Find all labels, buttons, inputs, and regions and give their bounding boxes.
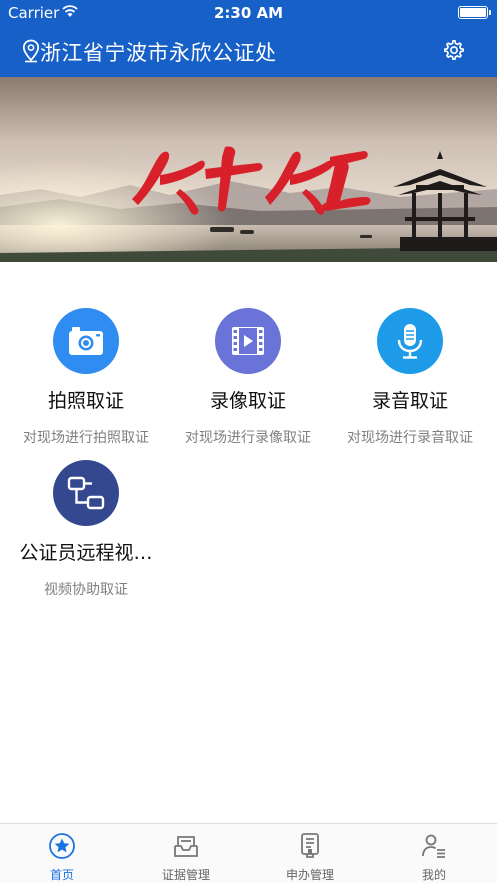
video-film-icon: [215, 308, 281, 374]
tab-mine[interactable]: 我的: [372, 824, 496, 883]
feature-description: 视频协助取证: [44, 582, 128, 598]
banner-image: [0, 77, 497, 262]
user-list-icon: [422, 834, 445, 858]
navigation-bar: 浙江省宁波市永欣公证处: [0, 26, 497, 77]
tab-evidence[interactable]: 证据管理: [124, 824, 248, 883]
feature-remote-notary[interactable]: 公证员远程视… 视频协助取证: [5, 460, 167, 599]
feature-description: 对现场进行录像取证: [185, 430, 311, 446]
star-circle-icon: [49, 833, 75, 859]
feature-description: 对现场进行拍照取证: [23, 430, 149, 446]
tab-applications[interactable]: 申办管理: [248, 824, 372, 883]
location-pin-icon[interactable]: [22, 39, 40, 63]
hero-banner[interactable]: [0, 77, 497, 262]
tab-bar: 首页 证据管理 申办管理 我的: [0, 823, 497, 883]
feature-description: 对现场进行录音取证: [347, 430, 473, 446]
feature-label: 录音取证: [371, 390, 448, 412]
status-time: 2:30 AM: [213, 4, 284, 22]
feature-video-evidence[interactable]: 录像取证 对现场进行录像取证: [167, 308, 329, 447]
gear-icon[interactable]: [443, 39, 465, 61]
feature-label: 录像取证: [209, 390, 286, 412]
tab-label: 申办管理: [285, 868, 334, 882]
inbox-tray-icon: [174, 836, 198, 857]
tab-label: 首页: [49, 868, 74, 882]
tab-label: 我的: [421, 868, 446, 882]
feature-photo-evidence[interactable]: 拍照取证 对现场进行拍照取证: [5, 308, 167, 447]
microphone-icon: [377, 308, 443, 374]
document-stamp-icon: [301, 833, 319, 858]
feature-label: 拍照取证: [47, 390, 124, 412]
remote-link-icon: [53, 460, 119, 526]
camera-icon: [53, 308, 119, 374]
feature-label: 公证员远程视…: [19, 542, 153, 564]
tab-label: 证据管理: [161, 868, 210, 882]
status-bar: Carrier 2:30 AM: [0, 0, 497, 26]
battery-icon: [458, 6, 491, 19]
tab-home[interactable]: 首页: [0, 824, 124, 883]
page-title: 浙江省宁波市永欣公证处: [40, 41, 277, 65]
feature-audio-evidence[interactable]: 录音取证 对现场进行录音取证: [329, 308, 491, 447]
